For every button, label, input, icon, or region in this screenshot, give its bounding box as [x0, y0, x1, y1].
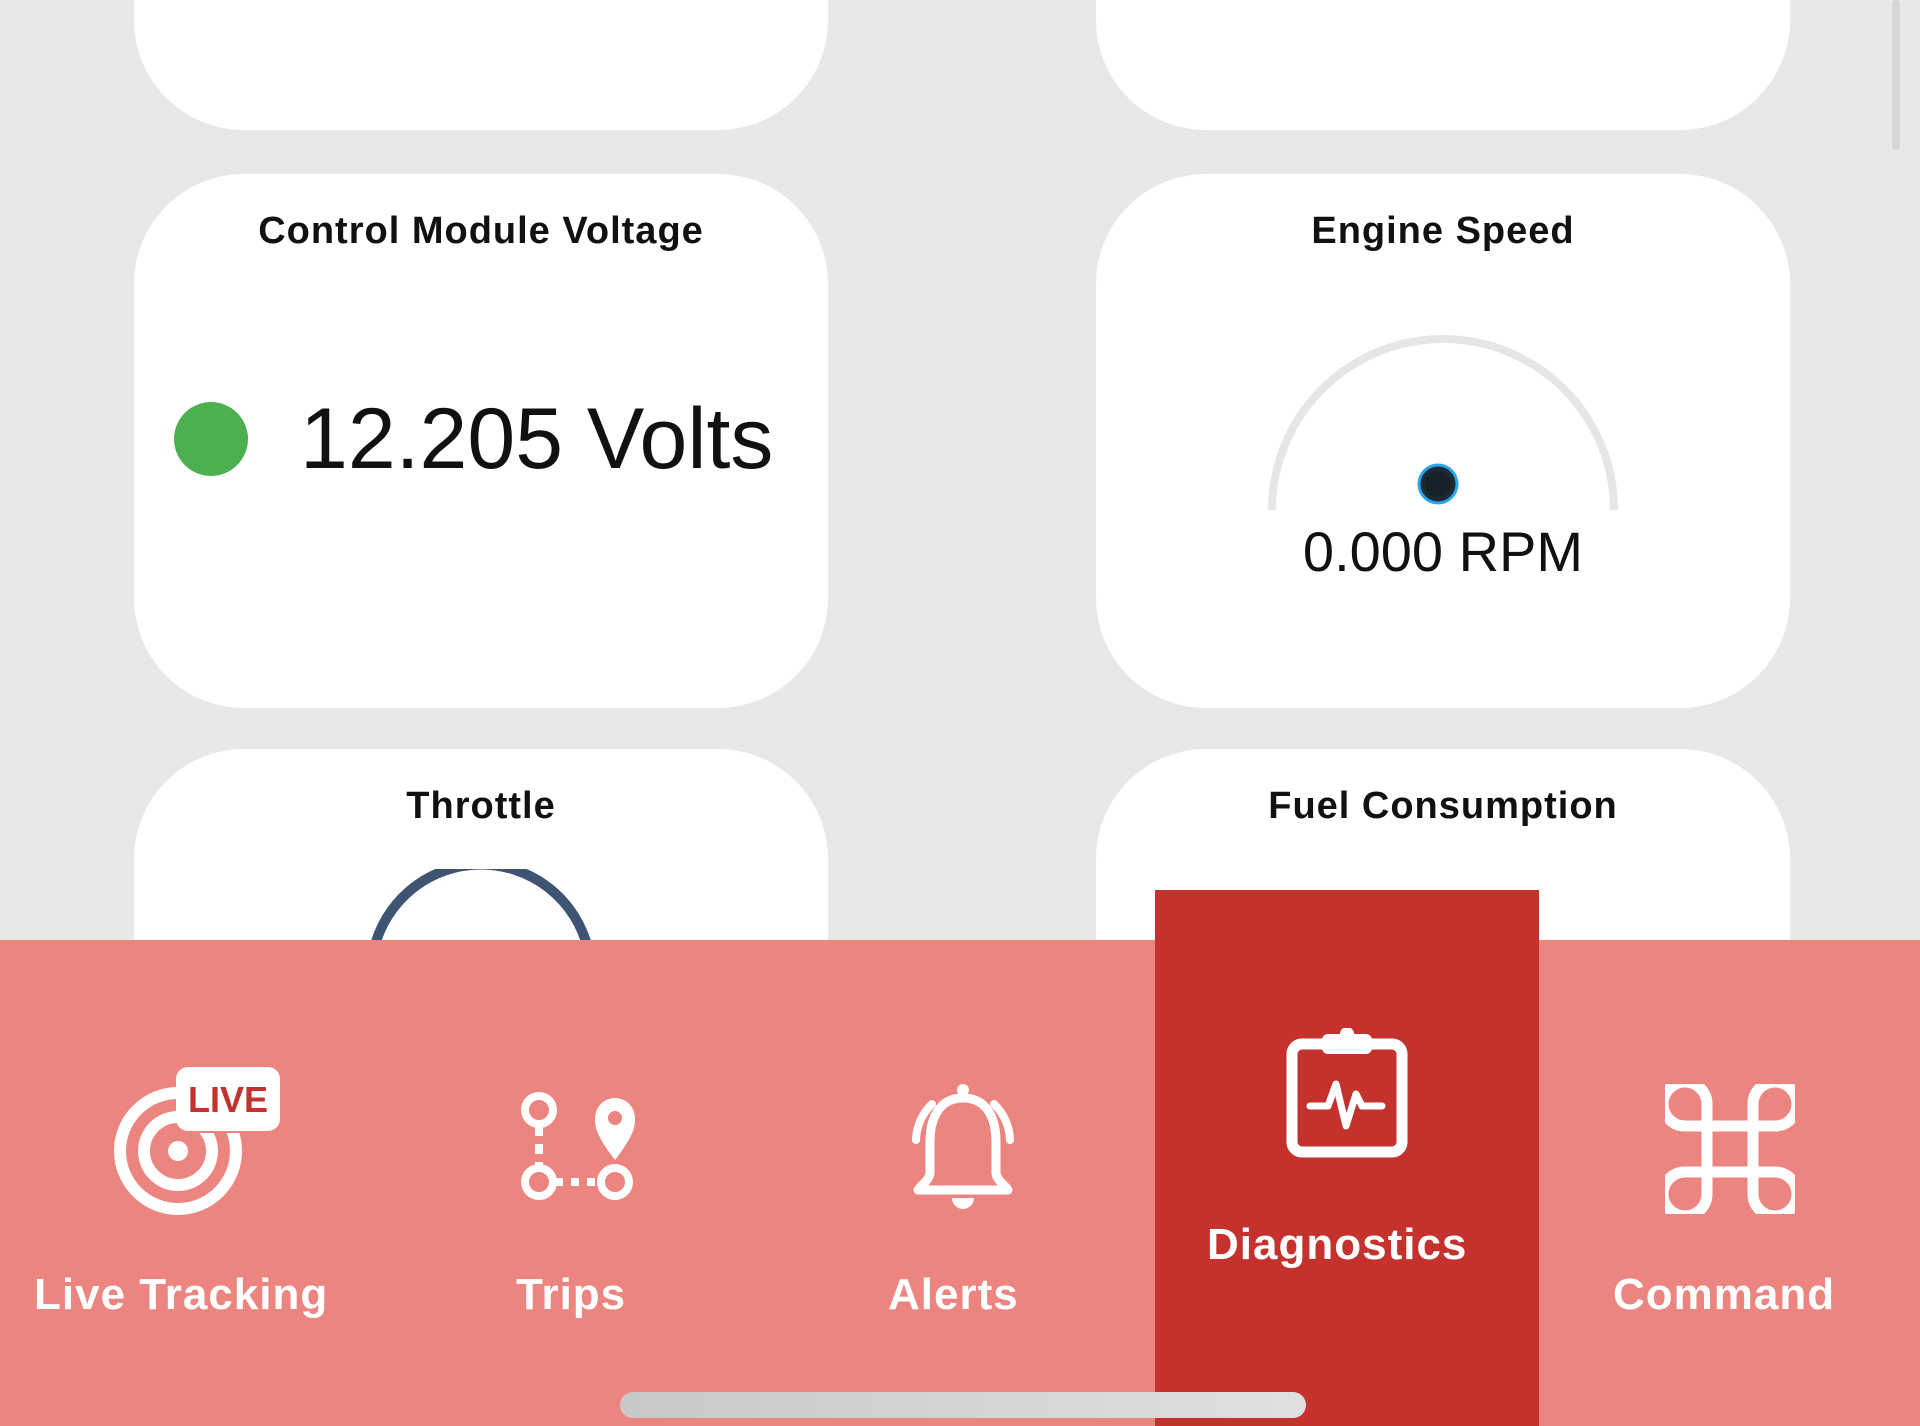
voltage-card: Control Module Voltage 12.205 Volts	[134, 174, 828, 708]
voltage-value: 12.205 Volts	[300, 390, 774, 487]
fuel-consumption-card-title: Fuel Consumption	[1268, 785, 1618, 827]
throttle-gauge	[369, 869, 593, 949]
engine-speed-card-title: Engine Speed	[1311, 210, 1575, 252]
live-tracking-icon: LIVE	[114, 1067, 280, 1215]
route-icon	[521, 1092, 635, 1200]
rpm-gauge	[1268, 335, 1618, 511]
tab-bar: LIVE Live Tracking Trips Alerts Command	[0, 940, 1920, 1426]
tab-label: Diagnostics	[1207, 1220, 1468, 1269]
card-top-right	[1096, 0, 1790, 130]
rpm-value: 0.000 RPM	[1302, 520, 1584, 583]
tab-label: Command	[1613, 1270, 1836, 1319]
bell-icon	[912, 1084, 1014, 1209]
scroll-indicator[interactable]	[1892, 0, 1900, 150]
command-icon	[1665, 1084, 1795, 1214]
tab-label: Live Tracking	[34, 1270, 329, 1319]
tab-label: Alerts	[888, 1270, 1019, 1319]
tab-diagnostics[interactable]: Diagnostics	[1155, 890, 1539, 1426]
tab-trips[interactable]: Trips	[385, 940, 770, 1426]
throttle-card-title: Throttle	[406, 785, 556, 827]
clipboard-pulse-icon	[1286, 1028, 1408, 1158]
card-top-left	[134, 0, 828, 130]
voltage-reading: 12.205 Volts	[174, 389, 773, 489]
live-badge-text: LIVE	[188, 1079, 268, 1120]
tab-live-tracking[interactable]: LIVE Live Tracking	[0, 940, 385, 1426]
home-indicator[interactable]	[620, 1392, 1306, 1418]
tab-alerts[interactable]: Alerts	[770, 940, 1155, 1426]
voltage-card-title: Control Module Voltage	[258, 210, 704, 252]
status-indicator	[174, 402, 248, 476]
tab-command[interactable]: Command	[1539, 940, 1920, 1426]
engine-speed-card: Engine Speed 0.000 RPM	[1096, 174, 1790, 708]
tab-label: Trips	[516, 1270, 627, 1319]
